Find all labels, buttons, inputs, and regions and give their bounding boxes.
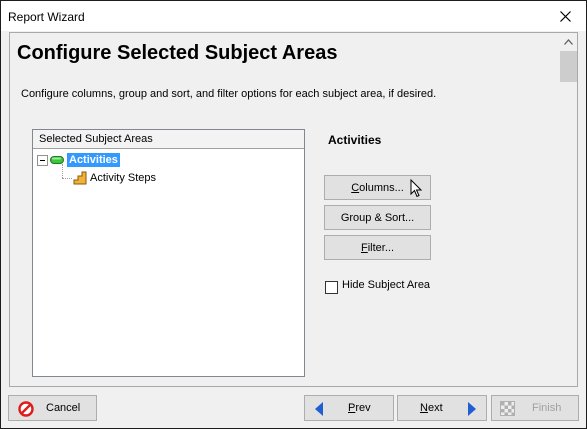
tree-item-activities[interactable]: Activities bbox=[37, 152, 120, 168]
title-bar: Report Wizard bbox=[1, 1, 586, 31]
finish-button-label: Finish bbox=[532, 402, 562, 414]
checkered-flag-icon bbox=[500, 401, 515, 416]
filter-button-label: Filter... bbox=[360, 241, 395, 254]
tree-connector-line bbox=[62, 178, 72, 179]
tree-item-label: Activities bbox=[67, 153, 120, 167]
scrollbar-thumb[interactable] bbox=[560, 51, 577, 82]
minus-icon bbox=[40, 159, 45, 161]
page-description: Configure columns, group and sort, and f… bbox=[21, 88, 437, 100]
tree-header: Selected Subject Areas bbox=[33, 130, 304, 149]
green-pill-icon bbox=[50, 156, 64, 164]
hide-subject-area-checkbox[interactable] bbox=[325, 281, 338, 294]
tree-item-label: Activity Steps bbox=[90, 172, 157, 184]
steps-icon bbox=[73, 171, 87, 185]
subject-area-tree[interactable]: Selected Subject Areas Activities Activi… bbox=[32, 129, 305, 377]
collapse-toggle[interactable] bbox=[37, 154, 48, 166]
cancel-button[interactable]: Cancel bbox=[8, 395, 97, 421]
wizard-content: Configure Selected Subject Areas Configu… bbox=[9, 32, 578, 387]
hide-subject-area-label: Hide Subject Area bbox=[342, 279, 431, 291]
wizard-footer: Cancel Prev Next Finish bbox=[1, 387, 586, 428]
arrow-left-icon bbox=[315, 402, 323, 416]
prev-button-label: Prev bbox=[348, 402, 371, 414]
columns-button-label: Columns... bbox=[351, 181, 404, 194]
prev-button[interactable]: Prev bbox=[304, 395, 394, 421]
window-title: Report Wizard bbox=[8, 10, 85, 24]
cancel-icon bbox=[18, 401, 34, 417]
arrow-right-icon bbox=[468, 402, 476, 416]
cancel-button-label: Cancel bbox=[46, 402, 81, 414]
group-sort-button-label: Group & Sort... bbox=[340, 211, 415, 224]
group-sort-button[interactable]: Group & Sort... bbox=[324, 205, 431, 230]
next-button[interactable]: Next bbox=[397, 395, 487, 421]
scroll-up-arrow[interactable] bbox=[560, 33, 577, 50]
tree-item-activity-steps[interactable]: Activity Steps bbox=[73, 170, 156, 186]
subject-area-title: Activities bbox=[328, 133, 382, 147]
mouse-cursor-icon bbox=[410, 179, 423, 198]
page-title: Configure Selected Subject Areas bbox=[17, 42, 338, 64]
report-wizard-window: Report Wizard Configure Selected Subject… bbox=[0, 0, 587, 429]
chevron-up-icon bbox=[564, 38, 573, 45]
next-button-label: Next bbox=[420, 402, 443, 414]
close-icon bbox=[559, 10, 571, 22]
close-button[interactable] bbox=[544, 1, 586, 31]
filter-button[interactable]: Filter... bbox=[324, 235, 431, 260]
vertical-scrollbar[interactable] bbox=[560, 33, 577, 384]
finish-button[interactable]: Finish bbox=[491, 395, 579, 421]
